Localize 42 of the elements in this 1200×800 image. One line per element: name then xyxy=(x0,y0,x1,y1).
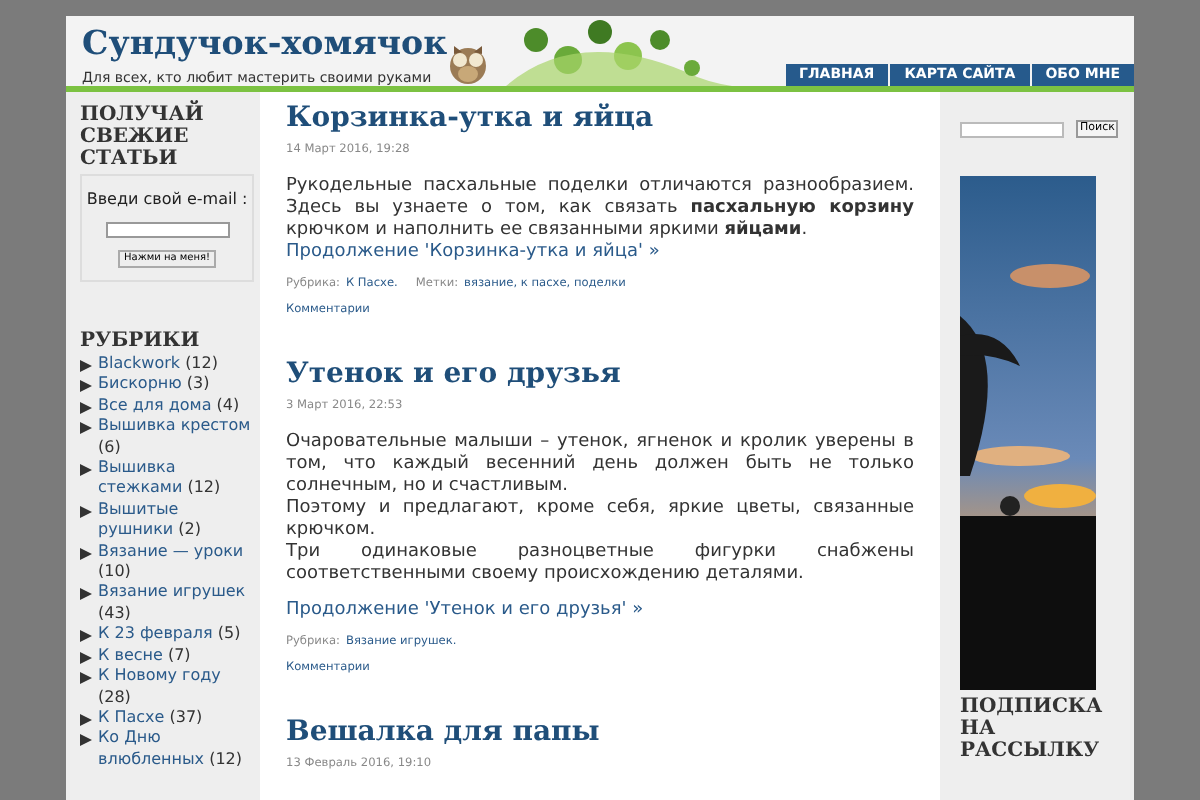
read-more-link[interactable]: Продолжение 'Корзинка-утка и яйца' » xyxy=(286,242,660,264)
sidebar-heading: РУБРИКИ xyxy=(80,330,202,352)
post-text: Поэтому и предлагают, кроме себя, яркие цветы, связанные крючком. xyxy=(286,498,914,542)
bullet-icon xyxy=(80,360,92,372)
bullet-icon xyxy=(80,380,92,393)
category-link[interactable]: Вышивка крестом (6) xyxy=(98,416,254,459)
post-title[interactable]: Вешалка для папы xyxy=(286,712,914,752)
category-link[interactable]: Вышитые рушники (2) xyxy=(98,499,254,542)
category-link[interactable]: К 23 февраля (5) xyxy=(98,624,241,646)
bullet-icon xyxy=(80,734,92,747)
category-link[interactable]: Ко Дню влюбленных (12) xyxy=(98,728,254,771)
bullet-icon xyxy=(80,464,92,477)
post-text: Очаровательные малыши – утенок, ягненок и кролик уверены в том, что каждый весенний день должен быть не только солнечным, но и счастливым. xyxy=(286,432,914,498)
category-link[interactable]: Вязание — уроки (10) xyxy=(98,541,254,583)
post-text: Рукодельные пасхальные поделки отличаются разнообразием. Здесь вы узнаете о том, как связать пасхальную корзину крючком и наполнить ее связанными яркими яйцами. xyxy=(286,176,914,242)
category-link[interactable]: Вязание игрушек (43) xyxy=(98,582,254,625)
post-title[interactable]: Утенок и его друзья xyxy=(286,354,914,394)
post-title[interactable]: Корзинка-утка и яйца xyxy=(286,98,914,138)
category-link[interactable]: Вышивка стежками (12) xyxy=(98,458,254,500)
bullet-icon xyxy=(80,588,92,601)
email-field[interactable] xyxy=(105,222,229,238)
bullet-icon xyxy=(80,401,92,414)
category-link[interactable]: К Пасхе (37) xyxy=(98,707,203,729)
category-link[interactable]: Бискорню (3) xyxy=(98,374,210,396)
bullet-icon xyxy=(80,547,92,560)
search-field[interactable] xyxy=(960,121,1064,137)
bullet-icon xyxy=(80,651,92,664)
category-link[interactable]: К Новому году (28) xyxy=(98,666,254,708)
category-link[interactable]: Все для дома (4) xyxy=(98,395,240,417)
bullet-icon xyxy=(80,505,92,518)
site-title[interactable]: Сундучок-хомячок xyxy=(82,18,448,66)
category-link[interactable]: К весне (7) xyxy=(98,645,191,667)
post-text: Три одинаковые разноцветные фигурки снабжены соответственными своему происхождению деталями. xyxy=(286,542,914,586)
bullet-icon xyxy=(80,422,92,435)
bullet-icon xyxy=(80,630,92,643)
bullet-icon xyxy=(80,713,92,726)
read-more-link[interactable]: Продолжение 'Утенок и его друзья' » xyxy=(286,600,644,622)
bullet-icon xyxy=(80,672,92,685)
category-link[interactable]: Blackwork (12) xyxy=(98,354,218,375)
email-prompt: Введи свой e-mail : xyxy=(86,188,248,210)
sidebar-heading: ПОДПИСКА НА РАССЫЛКУ xyxy=(960,696,1105,762)
sidebar-heading: ПОЛУЧАЙ СВЕЖИЕ СТАТЬИ xyxy=(80,104,206,170)
